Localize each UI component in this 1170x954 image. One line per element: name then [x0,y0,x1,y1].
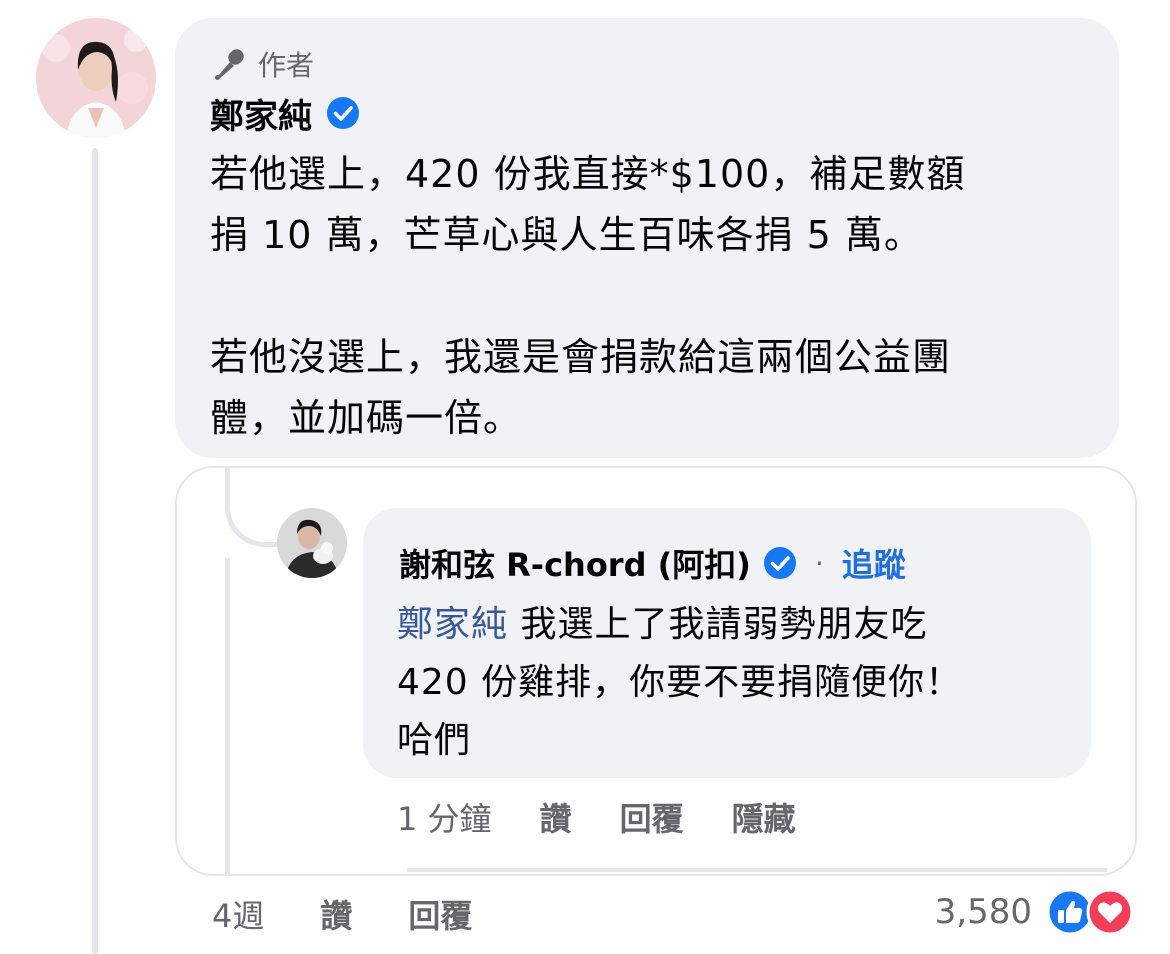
comment-line: 若他選上，420 份我直接*$100，補足數額 [210,152,966,196]
reply-avatar[interactable] [277,508,347,578]
reply-line: 哈們 [397,720,472,761]
like-button[interactable]: 讚 [320,891,352,937]
reply-line: 鄭家純 我選上了我請弱勢朋友吃 [397,596,1067,654]
love-reaction-icon [1086,888,1134,936]
separator-dot: · [814,546,824,580]
embed-divider [407,868,1107,872]
thread-line [92,148,98,954]
reply-author: 謝和弦 R-chord (阿扣) · 追蹤 [399,538,906,588]
avatar[interactable] [36,18,156,138]
microphone-icon [215,49,244,80]
comment-line: 若他沒選上，我還是會捐款給這兩個公益團 [210,335,952,379]
reply-line-text: 我選上了我請弱勢朋友吃 [520,604,928,645]
comment-actions: 4週 讚 回覆 [212,890,472,938]
comment-author: 鄭家純 [210,88,360,138]
reply-text: 鄭家純 我選上了我請弱勢朋友吃 420 份雞排，你要不要捐隨便你！ 哈們 [397,596,1067,770]
verified-badge-icon [763,547,796,579]
reply-timestamp[interactable]: 1 分鐘 [397,794,492,840]
reply-button[interactable]: 回覆 [408,891,472,937]
reaction-count: 3,580 [934,892,1032,932]
author-badge: 作者 [212,44,314,84]
comment-line: 捐 10 萬，芒草心與人生百味各捐 5 萬。 [210,213,923,257]
reply-hide-button[interactable]: 隱藏 [732,794,796,840]
comment-text: 若他選上，420 份我直接*$100，補足數額 捐 10 萬，芒草心與人生百味各… [210,144,1100,449]
reactions-summary[interactable]: 3,580 [935,884,1134,940]
embed-thread-curve [225,468,284,547]
reply-like-button[interactable]: 讚 [540,794,572,840]
follow-button[interactable]: 追蹤 [842,540,906,586]
reply-avatar-image [277,508,347,578]
author-badge-label: 作者 [258,49,315,82]
comment-line: 體，並加碼一倍。 [210,396,523,440]
verified-badge-icon [327,97,359,129]
mention-link[interactable]: 鄭家純 [397,604,508,645]
avatar-image [36,18,156,138]
author-name[interactable]: 鄭家純 [210,89,312,138]
reply-actions: 1 分鐘 讚 回覆 隱藏 [397,795,796,839]
reply-author-name[interactable]: 謝和弦 R-chord (阿扣) [399,540,751,586]
embed-thread-line [225,558,230,874]
comment-timestamp[interactable]: 4週 [212,891,264,937]
reply-reply-button[interactable]: 回覆 [620,794,684,840]
reply-line: 420 份雞排，你要不要捐隨便你！ [397,662,963,703]
